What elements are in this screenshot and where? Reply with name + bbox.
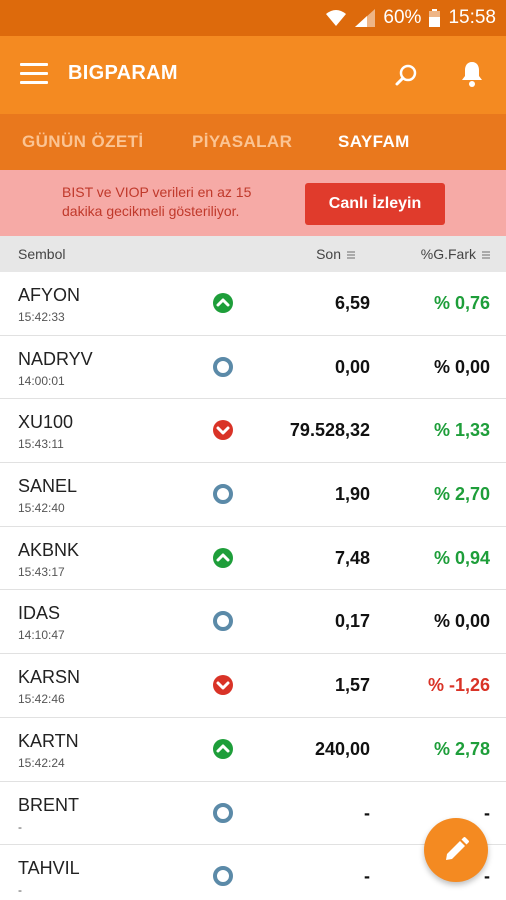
battery-icon	[429, 9, 441, 27]
app-title: BIGPARAM	[68, 62, 178, 84]
row-time: 15:42:40	[18, 501, 65, 516]
status-bar: 60% 15:58	[0, 0, 506, 36]
header-last[interactable]: Son	[316, 246, 355, 262]
hamburger-menu-icon[interactable]	[20, 63, 48, 85]
header-change[interactable]: %G.Fark	[421, 246, 490, 262]
tab-gunun-ozeti[interactable]: GÜNÜN ÖZETİ	[22, 114, 144, 170]
search-icon[interactable]	[393, 62, 419, 88]
row-last-price: -	[364, 802, 370, 823]
row-change: % 2,78	[433, 738, 490, 759]
row-time: 14:10:47	[18, 628, 65, 643]
wifi-icon	[325, 9, 347, 27]
row-change: % 0,94	[433, 547, 490, 568]
table-row[interactable]: AKBNK 15:43:17 7,48 % 0,94	[0, 527, 506, 591]
row-symbol: AKBNK	[18, 539, 80, 560]
signal-icon	[355, 9, 376, 27]
table-row[interactable]: SANEL 15:42:40 1,90 % 2,70	[0, 463, 506, 527]
row-change: -	[484, 866, 490, 887]
row-last-price: 7,48	[334, 547, 370, 568]
row-last-price: -	[364, 866, 370, 887]
row-symbol: AFYON	[18, 285, 81, 305]
row-symbol: KARSN	[18, 667, 81, 688]
table-header: Sembol Son %G.Fark	[0, 236, 506, 272]
pencil-edit-icon	[446, 837, 469, 860]
table-row[interactable]: IDAS 14:10:47 0,17 % 0,00	[0, 590, 506, 655]
row-last-price: 1,57	[334, 675, 370, 696]
table-row[interactable]: KARSN 15:42:46 1,57 % -1,26	[0, 654, 506, 718]
header-last-label: Son	[316, 246, 341, 262]
row-change: -	[484, 802, 490, 823]
row-symbol: IDAS	[18, 603, 61, 624]
row-time: -	[18, 883, 22, 898]
row-symbol: TAHVIL	[18, 858, 80, 879]
down-arrow-icon	[213, 420, 233, 441]
table-row[interactable]: XU100 15:43:11 79.528,32 % 1,33	[0, 399, 506, 464]
row-last-price: 1,90	[334, 484, 370, 505]
live-watch-button[interactable]: Canlı İzleyin	[305, 183, 445, 225]
row-change: % 1,33	[433, 420, 490, 441]
battery-percent: 60%	[383, 7, 422, 28]
watchlist: AFYON 15:42:33 6,59 % 0,76 NADRYV 14:00:01 0,0…	[0, 272, 506, 900]
row-change: % 0,00	[433, 611, 490, 632]
clock: 15:58	[448, 7, 496, 28]
row-change: % 2,70	[433, 484, 490, 505]
row-time: 15:42:24	[18, 755, 65, 770]
delay-notice-text: BIST ve VIOP verileri en az 15 dakika ge…	[62, 184, 252, 219]
sort-icon	[482, 251, 490, 260]
table-row[interactable]: KARTN 15:42:24 240,00 % 2,78	[0, 718, 506, 782]
header-symbol[interactable]: Sembol	[18, 246, 65, 262]
row-last-price: 0,00	[334, 356, 370, 377]
row-time: 15:42:46	[18, 692, 65, 707]
row-time: 15:42:33	[18, 310, 65, 324]
tab-sayfam[interactable]: SAYFAM	[338, 114, 410, 170]
sort-icon	[347, 251, 355, 260]
row-symbol: NADRYV	[18, 348, 93, 369]
row-symbol: KARTN	[18, 730, 79, 751]
row-change: % 0,00	[433, 356, 490, 377]
down-arrow-icon	[213, 675, 233, 696]
up-arrow-icon	[213, 293, 233, 313]
edit-fab[interactable]	[424, 818, 488, 882]
header-change-label: %G.Fark	[420, 246, 476, 262]
row-time: 15:43:17	[18, 564, 65, 579]
row-last-price: 6,59	[334, 293, 370, 313]
app-bar: BIGPARAM	[0, 36, 506, 114]
row-time: 14:00:01	[18, 373, 65, 388]
up-arrow-icon	[213, 547, 233, 568]
neutral-circle-icon	[213, 484, 233, 505]
row-last-price: 79.528,32	[289, 420, 370, 441]
table-row[interactable]: NADRYV 14:00:01 0,00 % 0,00	[0, 336, 506, 400]
row-symbol: SANEL	[18, 476, 78, 497]
row-time: 15:43:11	[18, 437, 64, 452]
neutral-circle-icon	[213, 611, 233, 632]
row-last-price: 0,17	[334, 611, 370, 632]
tab-piyasalar[interactable]: PİYASALAR	[192, 114, 292, 170]
table-row[interactable]: AFYON 15:42:33 6,59 % 0,76	[0, 272, 506, 336]
neutral-circle-icon	[213, 356, 233, 377]
bell-icon[interactable]	[459, 60, 485, 88]
neutral-circle-icon	[213, 802, 233, 823]
up-arrow-icon	[213, 738, 233, 759]
tab-bar: GÜNÜN ÖZETİ PİYASALAR SAYFAM	[0, 114, 506, 170]
row-time: -	[18, 819, 22, 834]
neutral-circle-icon	[213, 866, 233, 887]
row-symbol: XU100	[18, 412, 74, 433]
row-change: % -1,26	[427, 675, 490, 696]
row-symbol: BRENT	[18, 794, 80, 815]
row-last-price: 240,00	[314, 738, 370, 759]
row-change: % 0,76	[433, 293, 490, 313]
